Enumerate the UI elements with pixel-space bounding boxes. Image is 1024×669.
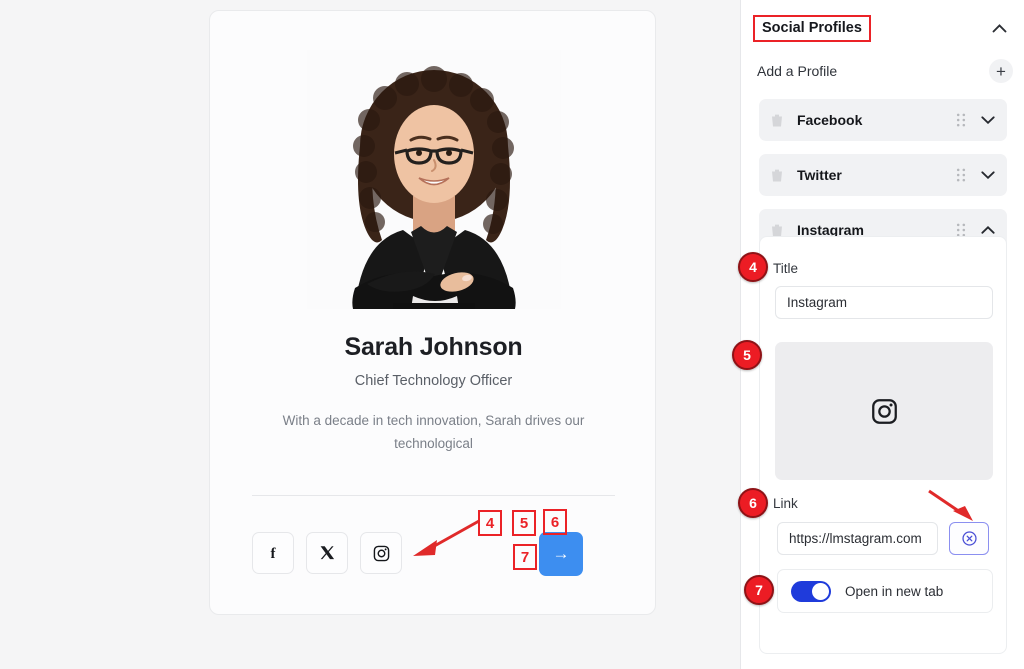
step-badge-4: 4: [738, 252, 768, 282]
svg-text:f: f: [271, 546, 277, 562]
annotation-box-4: 4: [478, 510, 502, 536]
add-profile-row[interactable]: Add a Profile +: [741, 56, 1024, 86]
profile-item-twitter-label: Twitter: [797, 167, 842, 183]
facebook-icon: f: [271, 546, 277, 562]
woman-portrait-photo: [307, 50, 561, 309]
trash-icon[interactable]: [769, 167, 785, 183]
profile-photo: [307, 50, 561, 309]
arrow-right-icon: →: [552, 544, 570, 563]
chevron-down-icon[interactable]: [981, 171, 995, 179]
profile-item-facebook-label: Facebook: [797, 112, 863, 128]
trash-icon[interactable]: [769, 112, 785, 128]
card-social-facebook-button[interactable]: f: [252, 532, 294, 574]
link-input-value: https://lmstagram.com: [789, 531, 922, 546]
open-in-new-tab-row[interactable]: Open in new tab: [777, 569, 993, 613]
chevron-up-icon[interactable]: [981, 226, 995, 234]
add-profile-label: Add a Profile: [757, 63, 838, 79]
step-badge-7: 7: [744, 575, 774, 605]
profile-item-facebook[interactable]: Facebook: [759, 99, 1007, 141]
step-badge-6: 6: [738, 488, 768, 518]
link-input[interactable]: https://lmstagram.com: [777, 522, 938, 555]
card-person-bio: With a decade in tech innovation, Sarah …: [282, 413, 585, 452]
open-in-new-tab-label: Open in new tab: [845, 583, 944, 599]
card-person-name: Sarah Johnson: [344, 333, 523, 361]
drag-handle-icon[interactable]: [955, 223, 967, 237]
link-field-label: Link: [773, 496, 798, 511]
title-input-value: Instagram: [787, 295, 848, 310]
card-social-buttons: f: [252, 532, 402, 574]
annotation-box-5: 5: [512, 510, 536, 536]
app-root: Sarah Johnson Chief Technology Officer W…: [0, 0, 1024, 669]
card-divider: [252, 495, 615, 496]
instagram-icon: [373, 545, 389, 561]
sidebar-header: Social Profiles: [741, 12, 1024, 44]
annotation-box-6: 6: [543, 509, 567, 535]
open-in-new-tab-toggle[interactable]: [791, 580, 831, 602]
step-badge-5: 5: [732, 340, 762, 370]
instagram-icon: [871, 398, 897, 424]
profile-card: Sarah Johnson Chief Technology Officer W…: [209, 10, 656, 615]
card-person-role: Chief Technology Officer: [354, 373, 513, 389]
preview-canvas: Sarah Johnson Chief Technology Officer W…: [0, 0, 740, 669]
instagram-image-placeholder[interactable]: [775, 342, 993, 480]
card-submit-button[interactable]: →: [539, 532, 583, 576]
title-field-label: Title: [773, 261, 799, 276]
chevron-down-icon[interactable]: [981, 116, 995, 124]
chevron-up-icon[interactable]: [992, 23, 1007, 33]
title-input[interactable]: Instagram: [775, 286, 993, 319]
profile-item-twitter[interactable]: Twitter: [759, 154, 1007, 196]
twitter-x-icon: [320, 546, 335, 560]
clear-link-button[interactable]: [949, 522, 989, 555]
plus-icon[interactable]: +: [989, 59, 1013, 83]
card-social-twitter-button[interactable]: [306, 532, 348, 574]
drag-handle-icon[interactable]: [955, 113, 967, 127]
card-social-instagram-button[interactable]: [360, 532, 402, 574]
annotation-box-7: 7: [513, 544, 537, 570]
circle-x-icon: [961, 531, 977, 546]
drag-handle-icon[interactable]: [955, 168, 967, 182]
sidebar-title: Social Profiles: [753, 14, 871, 42]
